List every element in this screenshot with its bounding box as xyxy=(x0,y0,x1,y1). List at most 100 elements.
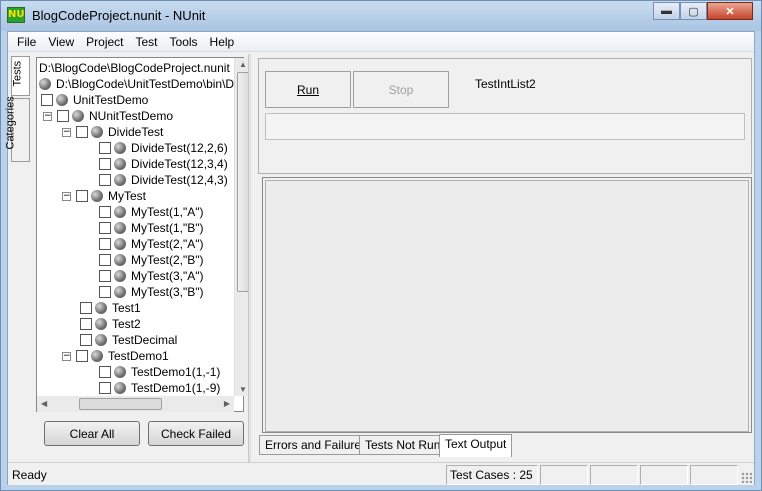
tab-text-output[interactable]: Text Output xyxy=(439,434,513,457)
scroll-left-icon[interactable]: ◀ xyxy=(41,399,47,408)
test-status-icon xyxy=(39,78,51,90)
side-tabs: Tests Categories xyxy=(5,54,31,204)
tree-node[interactable]: MyTest(1,"B") xyxy=(99,220,204,236)
tab-tests[interactable]: Tests xyxy=(11,56,30,96)
status-cell xyxy=(590,465,638,485)
maximize-icon[interactable]: ▢ xyxy=(680,2,707,20)
menu-view[interactable]: View xyxy=(42,35,80,49)
test-status-icon xyxy=(91,126,103,138)
tree-node[interactable]: − DivideTest xyxy=(62,124,163,140)
collapse-icon[interactable]: − xyxy=(43,111,52,121)
node-checkbox[interactable] xyxy=(99,142,111,154)
node-label: Test2 xyxy=(112,317,141,331)
node-label: UnitTestDemo xyxy=(73,93,149,107)
tree-node[interactable]: Test2 xyxy=(80,316,141,332)
stop-button: Stop xyxy=(353,71,449,108)
tree-node[interactable]: − TestDemo1 xyxy=(62,348,169,364)
current-test-name: TestIntList2 xyxy=(475,77,536,91)
node-checkbox[interactable] xyxy=(99,238,111,250)
node-checkbox[interactable] xyxy=(99,206,111,218)
clear-all-button[interactable]: Clear All xyxy=(44,421,140,446)
node-checkbox[interactable] xyxy=(99,174,111,186)
assembly-label: D:\BlogCode\UnitTestDemo\bin\De xyxy=(56,77,241,91)
tree-node[interactable]: DivideTest(12,4,3) xyxy=(99,172,228,188)
tree-node[interactable]: MyTest(2,"B") xyxy=(99,252,204,268)
test-status-icon xyxy=(114,238,126,250)
test-tree[interactable]: D:\BlogCode\BlogCodeProject.nunit D:\Blo… xyxy=(36,57,244,412)
scroll-down-icon[interactable]: ▼ xyxy=(239,385,247,394)
node-checkbox[interactable] xyxy=(99,382,111,394)
tree-horizontal-scrollbar[interactable]: ◀ ▶ xyxy=(37,396,234,412)
tree-node[interactable]: TestDemo1(1,-9) xyxy=(99,380,220,396)
tree-node[interactable]: − MyTest xyxy=(62,188,146,204)
window-title: BlogCodeProject.nunit - NUnit xyxy=(32,8,206,23)
tree-node[interactable]: Test1 xyxy=(80,300,141,316)
title-bar[interactable]: NU BlogCodeProject.nunit - NUnit ▬ ▢ ✕ xyxy=(1,1,761,31)
tree-node[interactable]: − NUnitTestDemo xyxy=(43,108,173,124)
tree-node[interactable]: DivideTest(12,3,4) xyxy=(99,156,228,172)
node-checkbox[interactable] xyxy=(80,318,92,330)
test-status-icon xyxy=(114,270,126,282)
collapse-icon[interactable]: − xyxy=(62,191,71,201)
node-checkbox[interactable] xyxy=(80,302,92,314)
scroll-up-icon[interactable]: ▲ xyxy=(239,60,247,69)
tab-categories-label: Categories xyxy=(4,96,17,150)
node-checkbox[interactable] xyxy=(80,334,92,346)
node-label: MyTest(2,"A") xyxy=(131,237,204,251)
tab-categories[interactable]: Categories xyxy=(5,96,30,162)
tree-node[interactable]: DivideTest(12,2,6) xyxy=(99,140,228,156)
tab-errors-and-failures[interactable]: Errors and Failures xyxy=(259,435,374,455)
tree-assembly[interactable]: D:\BlogCode\UnitTestDemo\bin\De xyxy=(39,76,241,92)
status-cell xyxy=(540,465,588,485)
check-failed-button[interactable]: Check Failed xyxy=(148,421,244,446)
node-checkbox[interactable] xyxy=(99,270,111,282)
menu-test[interactable]: Test xyxy=(130,35,164,49)
menu-help[interactable]: Help xyxy=(204,35,241,49)
node-checkbox[interactable] xyxy=(99,158,111,170)
text-output-pane[interactable] xyxy=(265,180,749,432)
resize-grip-icon[interactable] xyxy=(741,472,752,483)
node-checkbox[interactable] xyxy=(41,94,53,106)
tree-node[interactable]: TestDemo1(1,-1) xyxy=(99,364,220,380)
close-icon[interactable]: ✕ xyxy=(707,2,753,20)
tab-tests-label: Tests xyxy=(11,60,24,87)
node-label: TestDemo1(1,-1) xyxy=(131,365,221,379)
test-status-icon xyxy=(91,350,103,362)
node-checkbox[interactable] xyxy=(76,190,88,202)
tree-node[interactable]: MyTest(3,"B") xyxy=(99,284,204,300)
node-checkbox[interactable] xyxy=(99,222,111,234)
menu-tools[interactable]: Tools xyxy=(164,35,204,49)
node-label: TestDemo1(1,-9) xyxy=(131,381,221,395)
node-checkbox[interactable] xyxy=(57,110,69,122)
tree-node[interactable]: MyTest(3,"A") xyxy=(99,268,204,284)
collapse-icon[interactable]: − xyxy=(62,127,71,137)
scroll-thumb[interactable] xyxy=(79,398,162,410)
tab-tests-not-run[interactable]: Tests Not Run xyxy=(359,435,447,455)
node-label: MyTest(2,"B") xyxy=(131,253,204,267)
pane-splitter[interactable] xyxy=(248,54,251,466)
minimize-icon[interactable]: ▬ xyxy=(653,2,680,20)
node-checkbox[interactable] xyxy=(76,350,88,362)
tree-node[interactable]: UnitTestDemo xyxy=(41,92,148,108)
node-label: MyTest(3,"B") xyxy=(131,285,204,299)
test-status-icon xyxy=(95,334,107,346)
menu-project[interactable]: Project xyxy=(80,35,129,49)
menu-bar: File View Project Test Tools Help xyxy=(8,32,754,52)
node-checkbox[interactable] xyxy=(99,286,111,298)
progress-bar xyxy=(265,113,745,140)
tree-project-path[interactable]: D:\BlogCode\BlogCodeProject.nunit xyxy=(39,60,230,76)
node-checkbox[interactable] xyxy=(99,366,111,378)
tree-node[interactable]: MyTest(1,"A") xyxy=(99,204,204,220)
collapse-icon[interactable]: − xyxy=(62,351,71,361)
test-status-icon xyxy=(114,254,126,266)
node-label: DivideTest(12,3,4) xyxy=(131,157,228,171)
test-status-icon xyxy=(114,286,126,298)
scroll-right-icon[interactable]: ▶ xyxy=(224,399,230,408)
test-status-icon xyxy=(72,110,84,122)
tree-node[interactable]: TestDecimal xyxy=(80,332,177,348)
run-button[interactable]: Run xyxy=(265,71,351,108)
tree-node[interactable]: MyTest(2,"A") xyxy=(99,236,204,252)
node-checkbox[interactable] xyxy=(76,126,88,138)
node-checkbox[interactable] xyxy=(99,254,111,266)
menu-file[interactable]: File xyxy=(11,35,42,49)
